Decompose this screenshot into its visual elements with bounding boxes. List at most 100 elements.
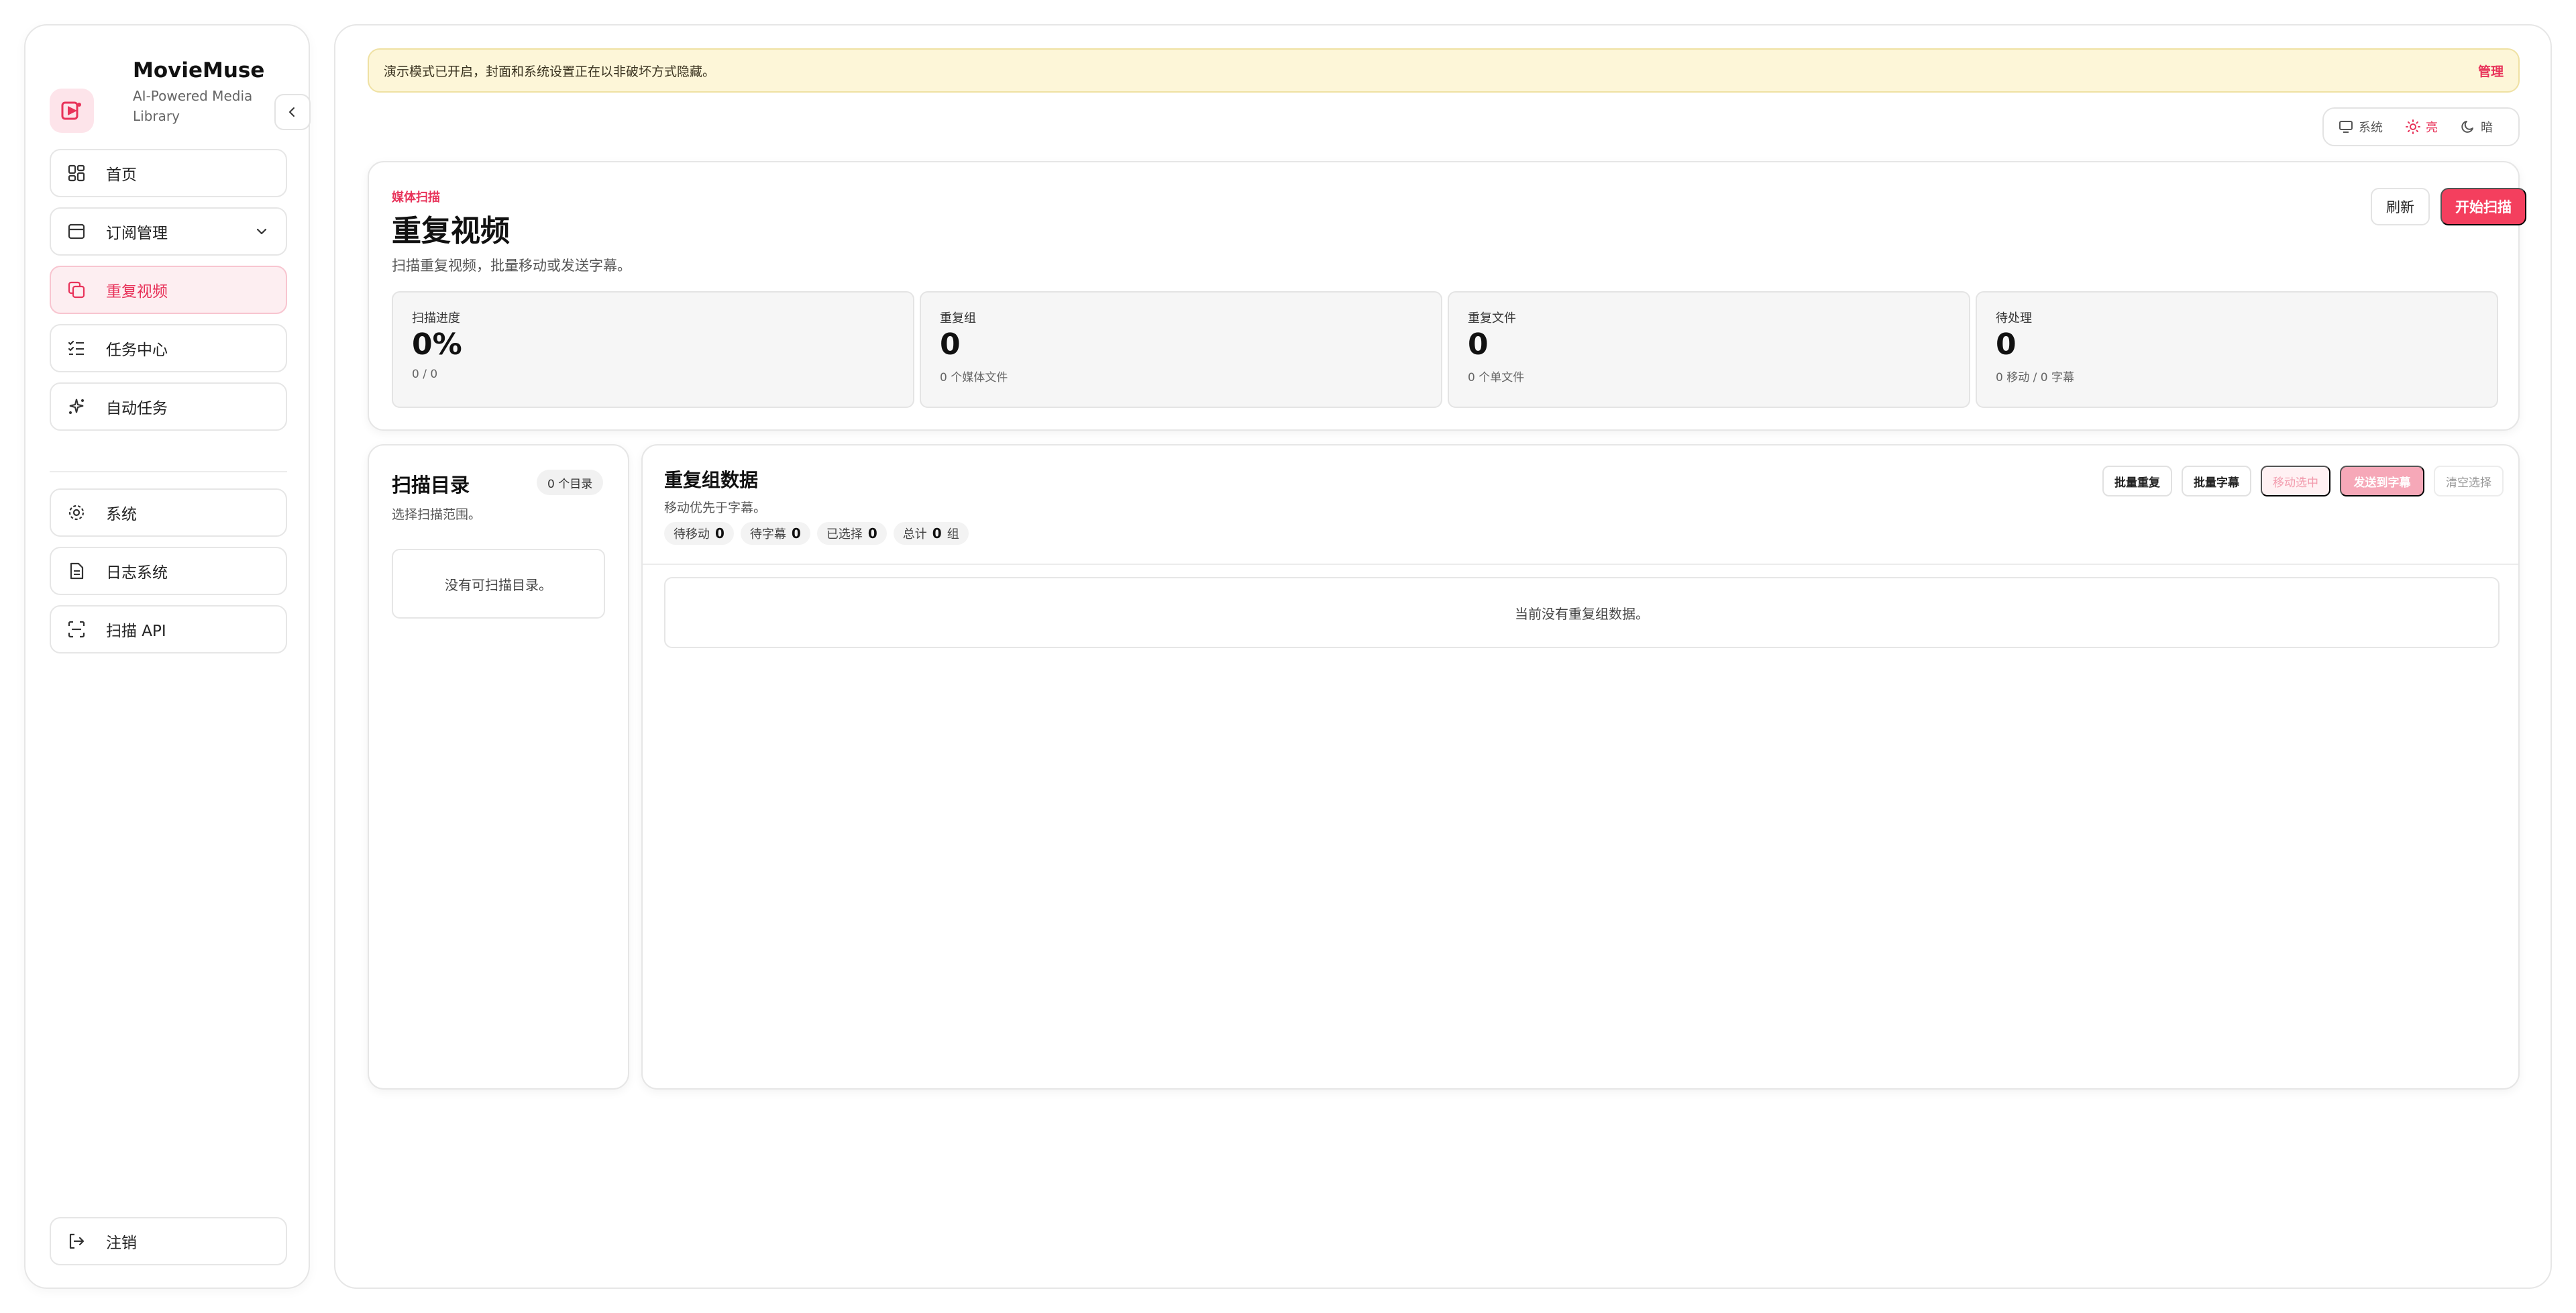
sidebar-item-label: 任务中心 <box>106 342 168 359</box>
scan-directories-card: 扫描目录 0 个目录 选择扫描范围。 没有可扫描目录。 <box>368 444 629 1090</box>
document-icon <box>66 560 87 582</box>
chip-label: 待移动 <box>674 527 710 541</box>
demo-mode-banner: 演示模式已开启，封面和系统设置正在以非破坏方式隐藏。 管理 <box>368 48 2520 93</box>
stat-card-pending: 待处理 0 0 移动 / 0 字幕 <box>1976 291 2498 408</box>
stat-label: 扫描进度 <box>412 311 460 325</box>
groups-divider <box>643 564 2518 565</box>
sidebar-item-label: 订阅管理 <box>106 225 168 242</box>
stat-value: 0% <box>412 327 462 362</box>
copy-icon <box>66 279 87 301</box>
banner-text: 演示模式已开启，封面和系统设置正在以非破坏方式隐藏。 <box>384 64 716 79</box>
groups-empty-state: 当前没有重复组数据。 <box>664 577 2500 648</box>
theme-option-label: 亮 <box>2426 121 2438 135</box>
sidebar-item-duplicates[interactable]: 重复视频 <box>50 266 287 314</box>
send-to-subtitle-button[interactable]: 发送到字幕 <box>2340 466 2424 496</box>
stat-sub: 0 个单文件 <box>1468 371 1525 384</box>
groups-summary-chips: 待移动 0 待字幕 0 已选择 0 总计 0 组 <box>664 522 969 545</box>
chip-value: 0 <box>867 525 877 541</box>
chip-value: 0 <box>715 525 724 541</box>
chip-label: 已选择 <box>826 527 863 541</box>
theme-option-system[interactable]: 系统 <box>2329 113 2392 141</box>
stat-card-duplicate-files: 重复文件 0 0 个单文件 <box>1448 291 1970 408</box>
monitor-icon <box>2339 121 2353 133</box>
logout-icon <box>66 1230 87 1252</box>
chip-value: 0 <box>791 525 801 541</box>
banner-manage-link[interactable]: 管理 <box>2478 62 2504 80</box>
stat-value: 0 <box>1468 327 1489 362</box>
sun-icon <box>2406 119 2420 134</box>
sparkles-icon <box>66 396 87 417</box>
directories-description: 选择扫描范围。 <box>392 507 482 522</box>
stat-card-scan-progress: 扫描进度 0% 0 / 0 <box>392 291 914 408</box>
app-logo-icon <box>50 89 94 133</box>
sidebar-item-label: 系统 <box>106 506 137 523</box>
stat-value: 0 <box>940 327 961 362</box>
logout-button[interactable]: 注销 <box>50 1217 287 1265</box>
start-scan-button[interactable]: 开始扫描 <box>2440 188 2526 225</box>
chip-label: 总计 <box>902 527 927 541</box>
nav-divider <box>50 471 287 472</box>
chevron-left-icon <box>289 107 294 117</box>
section-eyebrow: 媒体扫描 <box>392 191 440 205</box>
chip-label: 待字幕 <box>749 527 786 541</box>
chip-suffix: 组 <box>947 527 959 541</box>
theme-option-dark[interactable]: 暗 <box>2451 113 2502 141</box>
brand-subtitle: AI-Powered Media Library <box>133 88 253 124</box>
groups-description: 移动优先于字幕。 <box>664 501 767 515</box>
main-content: 演示模式已开启，封面和系统设置正在以非破坏方式隐藏。 管理 系统 亮 暗 媒体扫… <box>334 24 2552 1289</box>
sidebar-item-scan-api[interactable]: 扫描 API <box>50 605 287 653</box>
clear-selection-button[interactable]: 清空选择 <box>2434 466 2504 496</box>
chip-pending-subtitle: 待字幕 0 <box>740 522 810 545</box>
theme-toggle: 系统 亮 暗 <box>2322 107 2520 146</box>
logout-label: 注销 <box>106 1235 137 1252</box>
stat-sub: 0 / 0 <box>412 368 438 381</box>
theme-option-label: 系统 <box>2359 121 2383 135</box>
batch-duplicate-button[interactable]: 批量重复 <box>2102 466 2172 496</box>
sidebar-item-logs[interactable]: 日志系统 <box>50 547 287 595</box>
stat-value: 0 <box>1996 327 2017 362</box>
chip-selected: 已选择 0 <box>816 522 887 545</box>
collapse-sidebar-button[interactable] <box>274 94 311 130</box>
page-title: 重复视频 <box>392 214 510 248</box>
calendar-icon <box>66 221 87 242</box>
sidebar-item-label: 日志系统 <box>106 564 168 582</box>
theme-option-label: 暗 <box>2481 121 2493 135</box>
sidebar-item-label: 首页 <box>106 166 137 184</box>
scan-overview-card: 媒体扫描 重复视频 扫描重复视频，批量移动或发送字幕。 刷新 开始扫描 扫描进度… <box>368 161 2526 431</box>
sidebar-item-system[interactable]: 系统 <box>50 488 287 537</box>
stat-sub: 0 个媒体文件 <box>940 371 1008 384</box>
duplicate-groups-card: 重复组数据 移动优先于字幕。 待移动 0 待字幕 0 已选择 0 总计 0 组 批量重复 … <box>641 444 2520 1090</box>
sidebar-item-auto-tasks[interactable]: 自动任务 <box>50 382 287 431</box>
batch-subtitle-button[interactable]: 批量字幕 <box>2182 466 2251 496</box>
sidebar-item-label: 重复视频 <box>106 283 168 301</box>
directory-count-badge: 0 个目录 <box>537 470 604 495</box>
sidebar: MovieMuse AI-Powered Media Library 首页 订阅… <box>24 24 311 1289</box>
stat-label: 重复文件 <box>1468 311 1516 325</box>
directories-empty-state: 没有可扫描目录。 <box>392 549 605 619</box>
dashboard-icon <box>66 162 87 184</box>
refresh-button[interactable]: 刷新 <box>2371 188 2430 225</box>
scan-icon <box>66 619 87 640</box>
brand: MovieMuse AI-Powered Media Library <box>50 52 311 133</box>
sidebar-item-label: 扫描 API <box>106 623 166 640</box>
chip-pending-move: 待移动 0 <box>664 522 734 545</box>
groups-title: 重复组数据 <box>664 469 759 491</box>
page-description: 扫描重复视频，批量移动或发送字幕。 <box>392 258 631 274</box>
sidebar-item-label: 自动任务 <box>106 400 168 417</box>
stat-label: 重复组 <box>940 311 976 325</box>
sidebar-item-tasks[interactable]: 任务中心 <box>50 324 287 372</box>
stat-sub: 0 移动 / 0 字幕 <box>1996 371 2074 384</box>
stat-card-duplicate-groups: 重复组 0 0 个媒体文件 <box>920 291 1442 408</box>
sidebar-item-home[interactable]: 首页 <box>50 149 287 197</box>
checklist-icon <box>66 337 87 359</box>
chevron-down-icon <box>252 222 271 241</box>
chip-value: 0 <box>932 525 942 541</box>
moon-icon <box>2461 121 2473 133</box>
chip-total: 总计 0 组 <box>893 522 969 545</box>
theme-option-light[interactable]: 亮 <box>2396 113 2447 141</box>
stat-label: 待处理 <box>1996 311 2032 325</box>
directories-title: 扫描目录 <box>392 474 470 496</box>
move-selected-button[interactable]: 移动选中 <box>2261 466 2330 496</box>
sidebar-item-subscriptions[interactable]: 订阅管理 <box>50 207 287 256</box>
brand-name: MovieMuse <box>133 58 265 83</box>
